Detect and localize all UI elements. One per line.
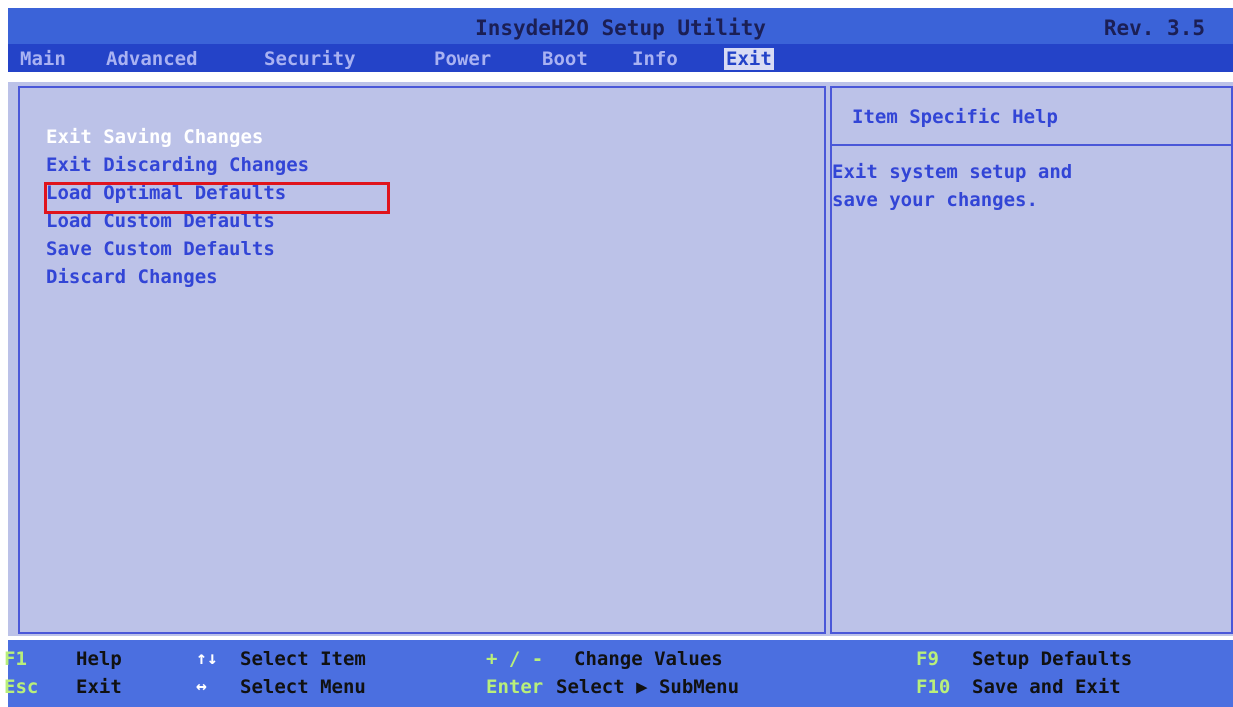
help-header: Item Specific Help — [852, 106, 1058, 128]
up-down-arrows-icon: ↑↓ — [196, 648, 218, 669]
option-exit-discarding-changes[interactable]: Exit Discarding Changes — [46, 154, 309, 176]
tab-main[interactable]: Main — [20, 48, 66, 70]
options-pane: Exit Saving Changes Exit Discarding Chan… — [18, 86, 826, 634]
title-bar: InsydeH2O Setup Utility Rev. 3.5 — [8, 8, 1233, 44]
revision-label: Rev. 3.5 — [1103, 16, 1205, 40]
option-discard-changes[interactable]: Discard Changes — [46, 266, 218, 288]
enter-key: Enter — [486, 676, 544, 698]
select-item-label: Select Item — [240, 648, 366, 670]
save-and-exit-label: Save and Exit — [972, 676, 1121, 698]
select-menu-label: Select Menu — [240, 676, 366, 698]
select-submenu-label: Select ▶ SubMenu — [556, 676, 740, 698]
exit-label: Exit — [76, 676, 122, 698]
tab-info[interactable]: Info — [632, 48, 678, 70]
help-line-2: save your changes. — [832, 189, 1038, 211]
key-legend-bar: F1 Help Esc Exit ↑↓ Select Item ↔ Select… — [4, 640, 1233, 707]
left-right-arrows-icon: ↔ — [196, 676, 207, 697]
f9-key: F9 — [916, 648, 939, 670]
option-save-custom-defaults[interactable]: Save Custom Defaults — [46, 238, 275, 260]
help-label: Help — [76, 648, 122, 670]
option-exit-saving-changes[interactable]: Exit Saving Changes — [46, 126, 263, 148]
tab-power[interactable]: Power — [434, 48, 491, 70]
help-pane: Item Specific Help Exit system setup and… — [830, 86, 1233, 634]
help-text: Exit system setup and save your changes. — [832, 158, 1072, 214]
f1-key: F1 — [4, 648, 27, 670]
highlight-box — [44, 182, 390, 214]
f10-key: F10 — [916, 676, 951, 698]
bios-screen: InsydeH2O Setup Utility Rev. 3.5 Main Ad… — [0, 0, 1233, 707]
setup-defaults-label: Setup Defaults — [972, 648, 1133, 670]
esc-key: Esc — [4, 676, 39, 698]
tab-advanced[interactable]: Advanced — [106, 48, 198, 70]
change-values-label: Change Values — [574, 648, 723, 670]
tab-boot[interactable]: Boot — [542, 48, 588, 70]
main-panel: Exit Saving Changes Exit Discarding Chan… — [8, 82, 1233, 636]
help-line-1: Exit system setup and — [832, 161, 1073, 183]
menu-bar: Main Advanced Security Power Boot Info E… — [8, 44, 1233, 72]
plus-minus-key: + / - — [486, 648, 544, 670]
utility-title: InsydeH2O Setup Utility — [475, 16, 766, 40]
tab-exit[interactable]: Exit — [724, 48, 774, 70]
tab-security[interactable]: Security — [264, 48, 356, 70]
help-divider — [832, 144, 1231, 146]
